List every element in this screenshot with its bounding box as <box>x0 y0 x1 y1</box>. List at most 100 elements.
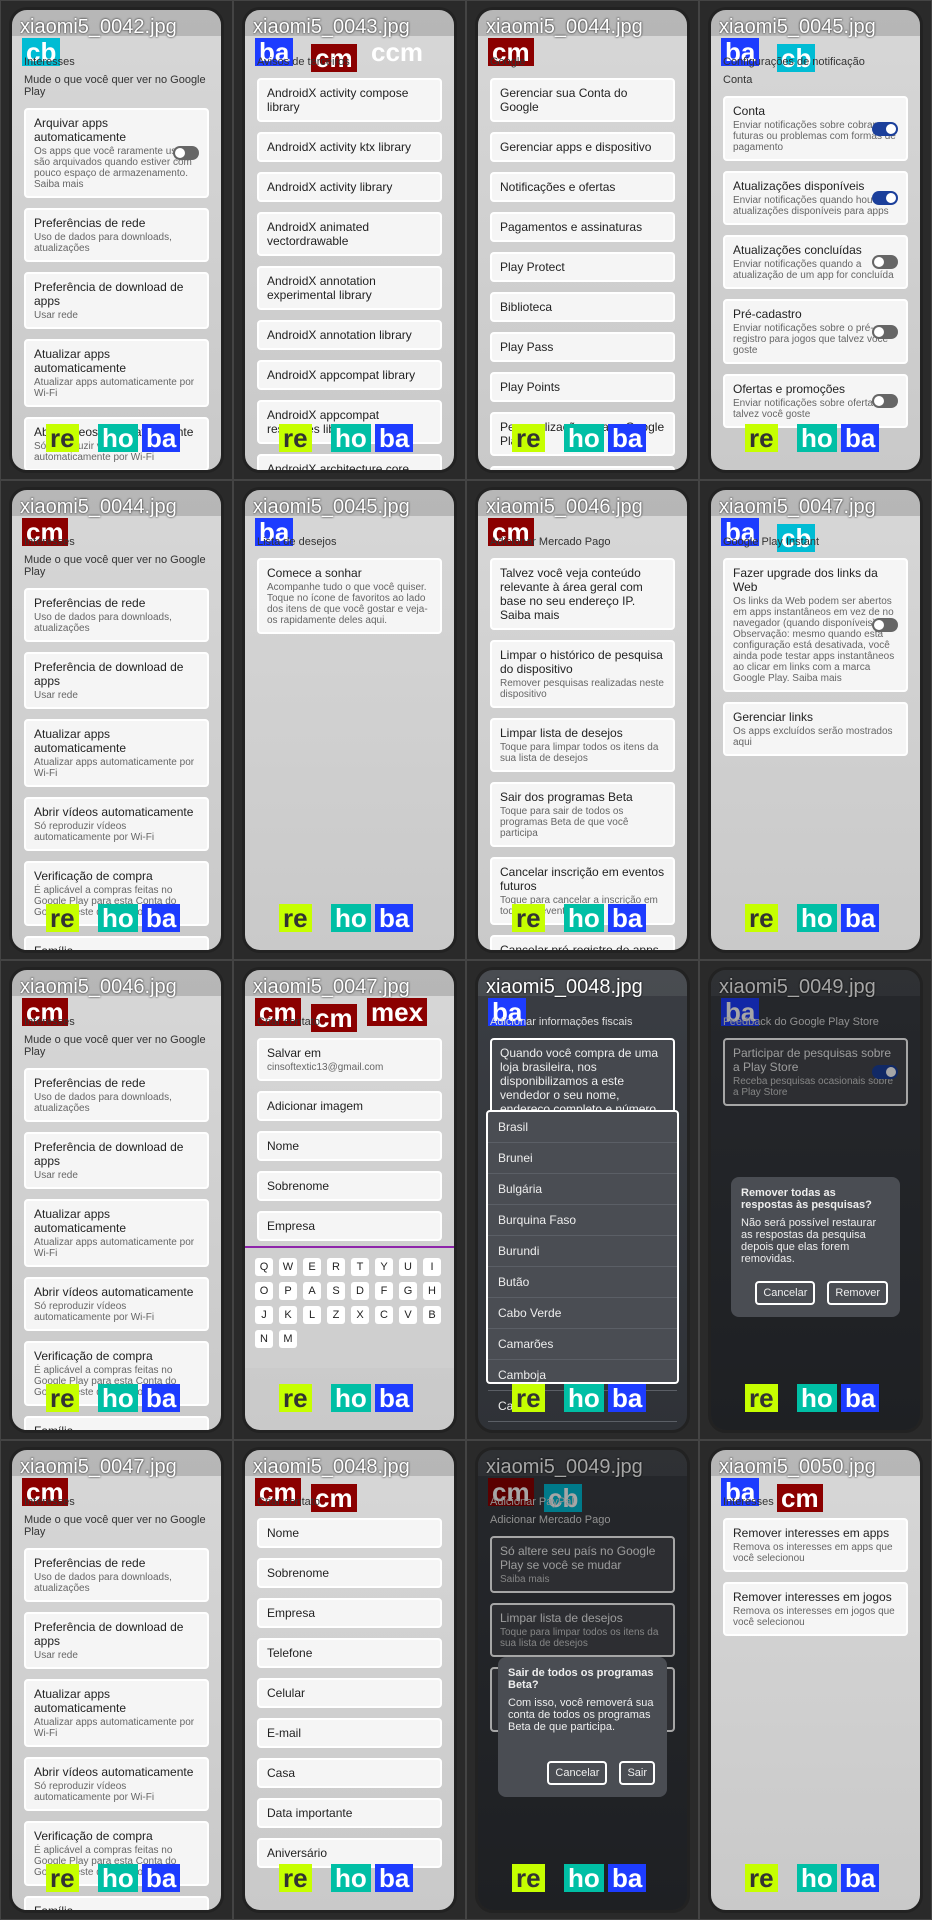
key[interactable]: Y <box>375 1258 393 1276</box>
recent-apps-button[interactable]: re <box>46 904 79 932</box>
country-list[interactable]: Brasil Brunei Bulgária Burquina Faso Burundi… <box>486 1110 679 1422</box>
list-item[interactable]: Brasil <box>488 1112 677 1143</box>
home-button[interactable]: ho <box>564 904 604 932</box>
settings-item[interactable]: Data importante <box>257 1798 442 1828</box>
settings-item[interactable]: Atualizar apps automaticamente Atualizar … <box>24 339 209 407</box>
toggle-switch[interactable] <box>872 255 898 269</box>
settings-item[interactable]: Gerenciar links Os apps excluídos serão m… <box>723 702 908 756</box>
settings-item[interactable]: Preferências de rede Uso de dados para do… <box>24 588 209 642</box>
settings-item[interactable]: Atualizações concluídas Enviar notificaçõ… <box>723 235 908 289</box>
home-button[interactable]: ho <box>564 1864 604 1892</box>
on-screen-keyboard[interactable]: QWERTYUI OPASDFGH JKLZXCVB NM <box>245 1246 454 1368</box>
key[interactable]: N <box>255 1330 273 1348</box>
back-button[interactable]: ba <box>608 904 647 932</box>
list-item[interactable]: Cabo Verde <box>488 1298 677 1329</box>
settings-item[interactable]: Salvar em cinsoftextic13@gmail.com <box>257 1038 442 1081</box>
recent-apps-button[interactable]: re <box>46 424 79 452</box>
settings-item[interactable]: Casa <box>257 1758 442 1788</box>
home-button[interactable]: ho <box>331 1864 371 1892</box>
key[interactable]: Q <box>255 1258 273 1276</box>
list-item[interactable]: Butão <box>488 1267 677 1298</box>
back-button[interactable]: ba <box>375 904 414 932</box>
settings-item[interactable]: Limpar o histórico de pesquisa do dispos… <box>490 640 675 708</box>
list-item[interactable]: Camarões <box>488 1329 677 1360</box>
recent-apps-button[interactable]: re <box>745 424 778 452</box>
home-button[interactable]: ho <box>564 424 604 452</box>
recent-apps-button[interactable]: re <box>745 1384 778 1412</box>
back-button[interactable]: ba <box>142 1384 181 1412</box>
back-button[interactable]: ba <box>608 1864 647 1892</box>
recent-apps-button[interactable]: re <box>512 904 545 932</box>
dialog-confirm-button[interactable]: Sair <box>619 1761 655 1785</box>
back-button[interactable]: ba <box>841 904 880 932</box>
recent-apps-button[interactable]: re <box>512 424 545 452</box>
settings-item[interactable]: Preferência de download de apps Usar rede <box>24 1132 209 1189</box>
settings-item[interactable]: Notificações e ofertas <box>490 172 675 202</box>
settings-item[interactable]: Gerenciar sua Conta do Google <box>490 78 675 122</box>
settings-item[interactable]: Atualizar apps automaticamente Atualizar … <box>24 719 209 787</box>
settings-item[interactable]: Preferência de download de apps Usar rede <box>24 272 209 329</box>
dialog-cancel-button[interactable]: Cancelar <box>755 1281 816 1305</box>
key[interactable]: D <box>351 1282 369 1300</box>
home-button[interactable]: ho <box>564 1384 604 1412</box>
settings-item[interactable]: Celular <box>257 1678 442 1708</box>
list-item[interactable]: Burquina Faso <box>488 1205 677 1236</box>
key[interactable]: S <box>327 1282 345 1300</box>
key[interactable]: R <box>327 1258 345 1276</box>
settings-item[interactable]: Biblioteca <box>490 292 675 322</box>
home-button[interactable]: ho <box>331 424 371 452</box>
key[interactable]: A <box>303 1282 321 1300</box>
recent-apps-button[interactable]: re <box>745 1864 778 1892</box>
home-button[interactable]: ho <box>98 1384 138 1412</box>
key[interactable]: K <box>279 1306 297 1324</box>
toggle-switch[interactable] <box>872 191 898 205</box>
settings-item[interactable]: Preferência de download de apps Usar rede <box>24 1612 209 1669</box>
settings-item[interactable]: Abrir vídeos automaticamente Só reproduzi… <box>24 797 209 851</box>
key[interactable]: F <box>375 1282 393 1300</box>
key[interactable]: C <box>375 1306 393 1324</box>
key[interactable]: P <box>279 1282 297 1300</box>
key[interactable]: T <box>351 1258 369 1276</box>
settings-item[interactable]: Abrir vídeos automaticamente Só reproduzi… <box>24 1277 209 1331</box>
settings-item[interactable]: Adicionar imagem <box>257 1091 442 1121</box>
key[interactable]: W <box>279 1258 297 1276</box>
settings-item[interactable]: Atualizações disponíveis Enviar notificaç… <box>723 171 908 225</box>
key[interactable]: X <box>351 1306 369 1324</box>
home-button[interactable]: ho <box>797 1384 837 1412</box>
settings-item[interactable]: Play Protect <box>490 252 675 282</box>
home-button[interactable]: ho <box>331 904 371 932</box>
back-button[interactable]: ba <box>608 424 647 452</box>
settings-item[interactable]: Abrir vídeos automaticamente Só reproduzi… <box>24 1757 209 1811</box>
key[interactable]: O <box>255 1282 273 1300</box>
settings-item[interactable]: Telefone <box>257 1638 442 1668</box>
settings-item[interactable]: Remover interesses em jogos Remova os int… <box>723 1582 908 1636</box>
key[interactable]: I <box>423 1258 441 1276</box>
recent-apps-button[interactable]: re <box>279 424 312 452</box>
home-button[interactable]: ho <box>331 1384 371 1412</box>
home-button[interactable]: ho <box>98 1864 138 1892</box>
settings-item[interactable]: Limpar lista de desejos Toque para limpar… <box>490 718 675 772</box>
key[interactable]: H <box>423 1282 441 1300</box>
settings-item[interactable]: Empresa <box>257 1598 442 1628</box>
dialog-confirm-button[interactable]: Remover <box>827 1281 888 1305</box>
key[interactable]: U <box>399 1258 417 1276</box>
back-button[interactable]: ba <box>142 1864 181 1892</box>
back-button[interactable]: ba <box>375 424 414 452</box>
toggle-switch[interactable] <box>872 618 898 632</box>
settings-item[interactable]: Sobrenome <box>257 1171 442 1201</box>
back-button[interactable]: ba <box>375 1864 414 1892</box>
settings-item[interactable]: Sair dos programas Beta Toque para sair d… <box>490 782 675 847</box>
settings-item[interactable]: Play Points <box>490 372 675 402</box>
key[interactable]: Z <box>327 1306 345 1324</box>
recent-apps-button[interactable]: re <box>512 1384 545 1412</box>
home-button[interactable]: ho <box>797 424 837 452</box>
list-item[interactable]: Brunei <box>488 1143 677 1174</box>
back-button[interactable]: ba <box>841 1864 880 1892</box>
settings-item[interactable]: Preferência de download de apps Usar rede <box>24 652 209 709</box>
key[interactable]: J <box>255 1306 273 1324</box>
settings-item[interactable]: AndroidX annotation experimental library <box>257 266 442 310</box>
settings-item[interactable]: Preferências de rede Uso de dados para do… <box>24 1548 209 1602</box>
home-button[interactable]: ho <box>797 1864 837 1892</box>
key[interactable]: V <box>399 1306 417 1324</box>
settings-item[interactable]: Play Pass <box>490 332 675 362</box>
